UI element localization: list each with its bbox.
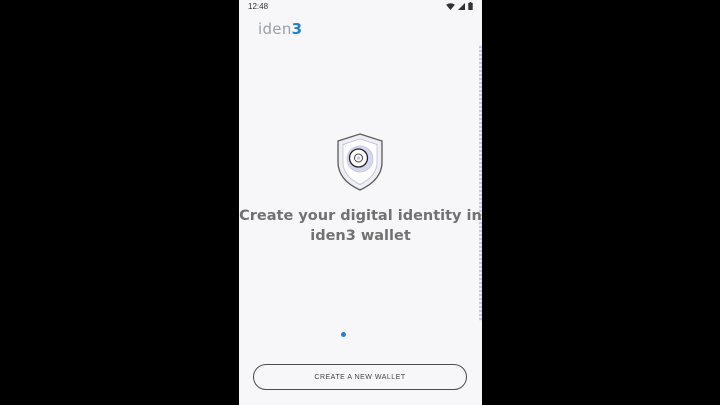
- logo-text: iden: [258, 20, 292, 38]
- phone-screen: 12:48 iden 3 Create your digital identit…: [239, 0, 482, 405]
- scroll-edge: [479, 46, 482, 321]
- logo-number: 3: [291, 20, 303, 38]
- create-wallet-button[interactable]: CREATE A NEW WALLET: [253, 364, 467, 390]
- status-icons: [446, 2, 473, 10]
- status-time: 12:48: [248, 1, 269, 11]
- signal-icon: [458, 2, 465, 10]
- status-bar: 12:48: [239, 0, 482, 12]
- battery-icon: [468, 2, 473, 10]
- page-title: Create your digital identity in iden3 wa…: [239, 208, 482, 244]
- wifi-icon: [446, 2, 455, 10]
- app-logo: iden 3: [258, 20, 302, 38]
- shield-icon: [335, 132, 385, 192]
- page-indicator-dot: [341, 332, 346, 337]
